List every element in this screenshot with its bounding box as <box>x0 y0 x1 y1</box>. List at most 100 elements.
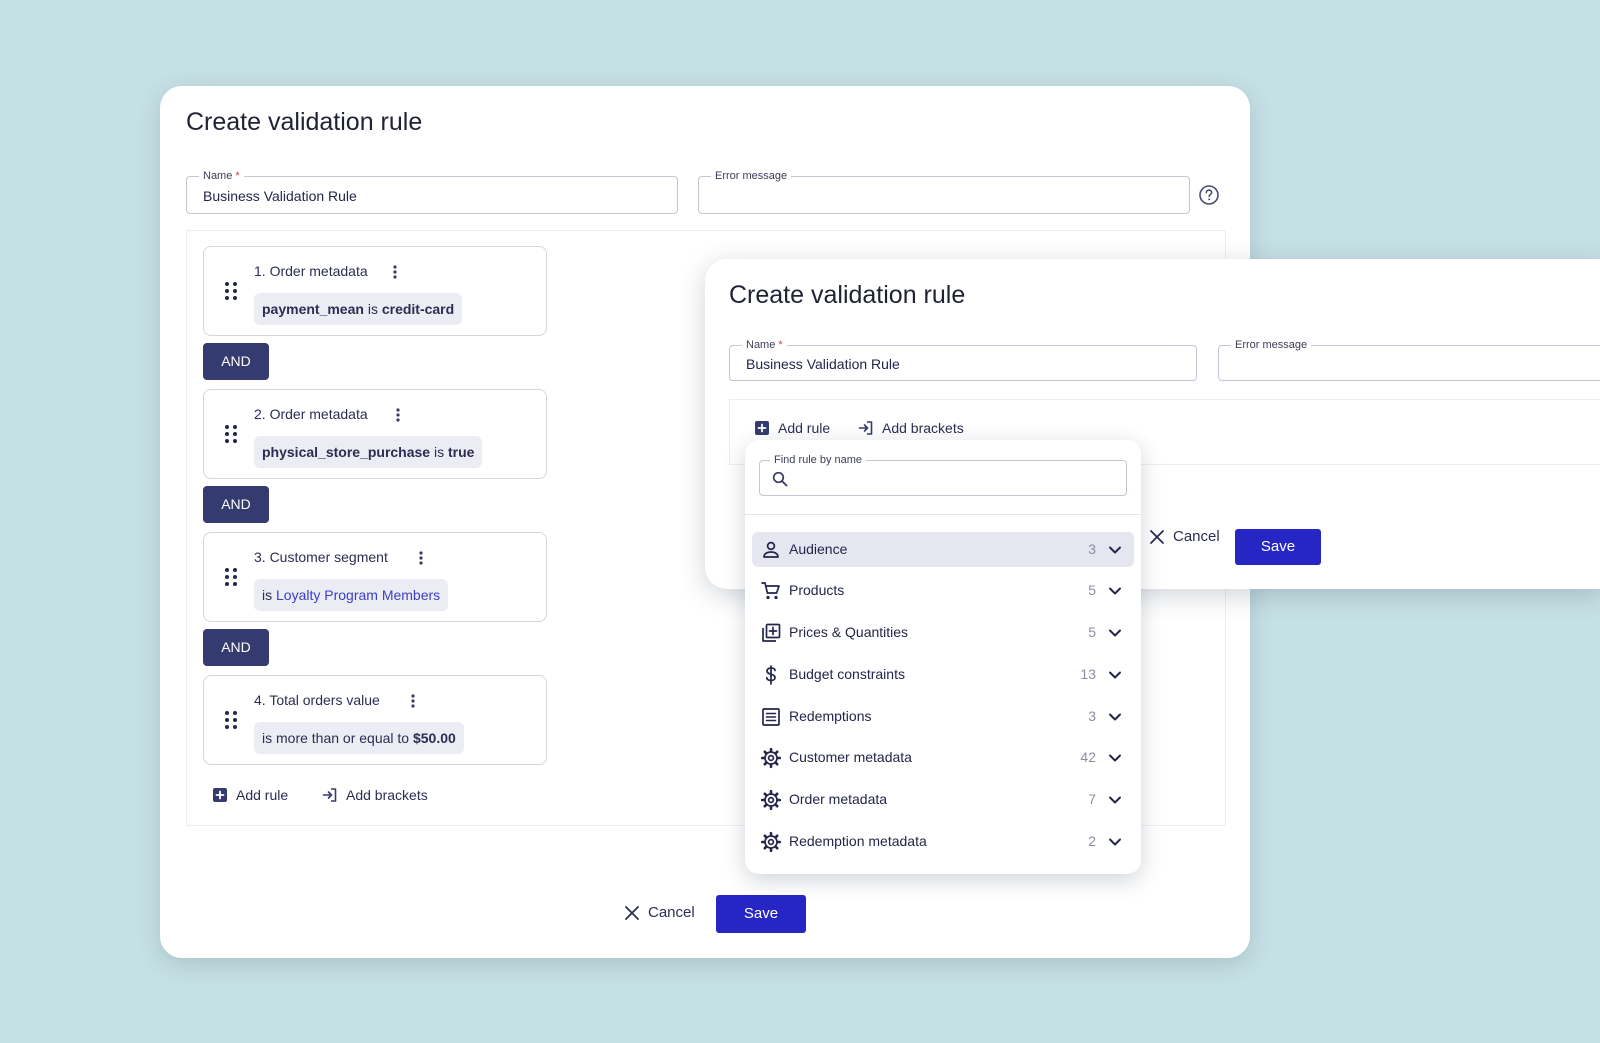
category-customer-metadata[interactable]: Customer metadata 42 <box>752 740 1134 775</box>
add-brackets-label: Add brackets <box>346 787 428 803</box>
chevron-down-icon <box>1109 671 1121 679</box>
category-count: 42 <box>1080 749 1096 765</box>
add-rule-label: Add rule <box>778 420 831 436</box>
divider <box>745 514 1141 515</box>
rule-condition-chip: is more than or equal to $50.00 <box>254 722 464 754</box>
and-operator-badge[interactable]: AND <box>203 343 269 380</box>
gear-icon <box>760 831 782 853</box>
category-prices-quantities[interactable]: Prices & Quantities 5 <box>752 615 1134 650</box>
category-label: Prices & Quantities <box>789 624 909 640</box>
category-label: Redemption metadata <box>789 833 927 849</box>
category-label: Customer metadata <box>789 749 912 765</box>
rule-card[interactable]: 3. Customer segment is Loyalty Program M… <box>203 532 547 622</box>
find-rule-field[interactable]: Find rule by name <box>759 454 1127 496</box>
category-count: 2 <box>1088 833 1096 849</box>
rule-title: 2. Order metadata <box>254 406 368 422</box>
close-icon <box>1150 529 1164 544</box>
chevron-down-icon <box>1109 713 1121 721</box>
add-brackets-button[interactable]: Add brackets <box>322 787 428 803</box>
gear-icon <box>760 747 782 769</box>
name-field[interactable]: Name * Business Validation Rule <box>186 170 678 214</box>
add-box-icon <box>213 788 227 802</box>
and-operator-badge[interactable]: AND <box>203 486 269 523</box>
list-icon <box>762 708 780 726</box>
name-field-label: Name * <box>742 339 787 352</box>
category-budget-constraints[interactable]: Budget constraints 13 <box>752 657 1134 692</box>
name-field-value: Business Validation Rule <box>746 356 900 372</box>
error-message-field[interactable]: Error message <box>1218 339 1600 381</box>
chevron-down-icon <box>1109 629 1121 637</box>
rule-condition-chip: physical_store_purchase is true <box>254 436 483 468</box>
gear-icon <box>760 789 782 811</box>
and-operator-badge[interactable]: AND <box>203 629 269 666</box>
close-icon <box>625 905 639 920</box>
category-count: 13 <box>1080 666 1096 682</box>
cart-icon <box>761 582 780 600</box>
error-message-label: Error message <box>711 170 792 183</box>
drag-handle-icon[interactable] <box>224 710 238 730</box>
more-vert-icon[interactable] <box>416 549 426 567</box>
category-label: Order metadata <box>789 791 888 807</box>
help-icon[interactable] <box>1198 184 1220 206</box>
cancel-button[interactable]: Cancel <box>624 904 695 921</box>
rule-title: 3. Customer segment <box>254 549 388 565</box>
add-brackets-button[interactable]: Add brackets <box>858 420 964 436</box>
more-vert-icon[interactable] <box>408 692 418 710</box>
category-label: Redemptions <box>789 708 872 724</box>
category-count: 5 <box>1088 582 1096 598</box>
category-count: 7 <box>1088 791 1096 807</box>
save-button[interactable]: Save <box>716 895 806 933</box>
drag-handle-icon[interactable] <box>224 281 238 301</box>
category-order-metadata[interactable]: Order metadata 7 <box>752 782 1134 817</box>
cancel-button[interactable]: Cancel <box>1149 528 1220 545</box>
add-rule-button[interactable]: Add rule <box>754 420 830 436</box>
error-message-field[interactable]: Error message <box>698 170 1190 214</box>
category-count: 3 <box>1088 541 1096 557</box>
add-box-icon <box>755 421 769 435</box>
cancel-label: Cancel <box>1173 528 1220 545</box>
category-products[interactable]: Products 5 <box>752 573 1134 608</box>
category-redemptions[interactable]: Redemptions 3 <box>752 699 1134 734</box>
chevron-down-icon <box>1109 754 1121 762</box>
category-label: Budget constraints <box>789 666 905 682</box>
add-brackets-label: Add brackets <box>882 420 964 436</box>
rule-card[interactable]: 1. Order metadata payment_mean is credit… <box>203 246 547 336</box>
rule-card[interactable]: 4. Total orders value is more than or eq… <box>203 675 547 765</box>
login-bracket-icon <box>858 421 873 435</box>
add-rule-button[interactable]: Add rule <box>212 787 288 803</box>
more-vert-icon[interactable] <box>393 406 403 424</box>
dollar-icon <box>765 665 776 685</box>
category-redemption-metadata[interactable]: Redemption metadata 2 <box>752 824 1134 859</box>
rule-condition-chip: is Loyalty Program Members <box>254 579 449 611</box>
rule-title: 1. Order metadata <box>254 263 368 279</box>
name-field[interactable]: Name * Business Validation Rule <box>729 339 1197 381</box>
drag-handle-icon[interactable] <box>224 424 238 444</box>
category-label: Products <box>789 582 845 598</box>
dialog-title: Create validation rule <box>186 108 423 136</box>
more-vert-icon[interactable] <box>390 263 400 281</box>
category-audience[interactable]: Audience 3 <box>752 532 1134 567</box>
error-message-label: Error message <box>1231 339 1312 352</box>
library-add-icon <box>762 623 781 642</box>
category-label: Audience <box>789 541 848 557</box>
segment-link[interactable]: Loyalty Program Members <box>276 587 440 603</box>
rule-card[interactable]: 2. Order metadata physical_store_purchas… <box>203 389 547 479</box>
rule-title: 4. Total orders value <box>254 692 380 708</box>
chevron-down-icon <box>1109 796 1121 804</box>
category-count: 5 <box>1088 624 1096 640</box>
find-rule-label: Find rule by name <box>770 454 867 467</box>
name-field-label: Name * <box>199 170 244 183</box>
rule-picker-popover: Find rule by name Audience 3 Products 5 <box>745 440 1141 874</box>
category-count: 3 <box>1088 708 1096 724</box>
find-rule-input[interactable] <box>796 467 1116 491</box>
drag-handle-icon[interactable] <box>224 567 238 587</box>
search-icon <box>772 471 788 487</box>
chevron-down-icon <box>1109 587 1121 595</box>
name-field-value: Business Validation Rule <box>203 188 357 204</box>
save-button[interactable]: Save <box>1235 529 1321 565</box>
chevron-down-icon <box>1109 838 1121 846</box>
person-icon <box>763 541 779 558</box>
login-bracket-icon <box>322 788 337 802</box>
dialog-title: Create validation rule <box>729 281 966 309</box>
chevron-down-icon <box>1109 546 1121 554</box>
